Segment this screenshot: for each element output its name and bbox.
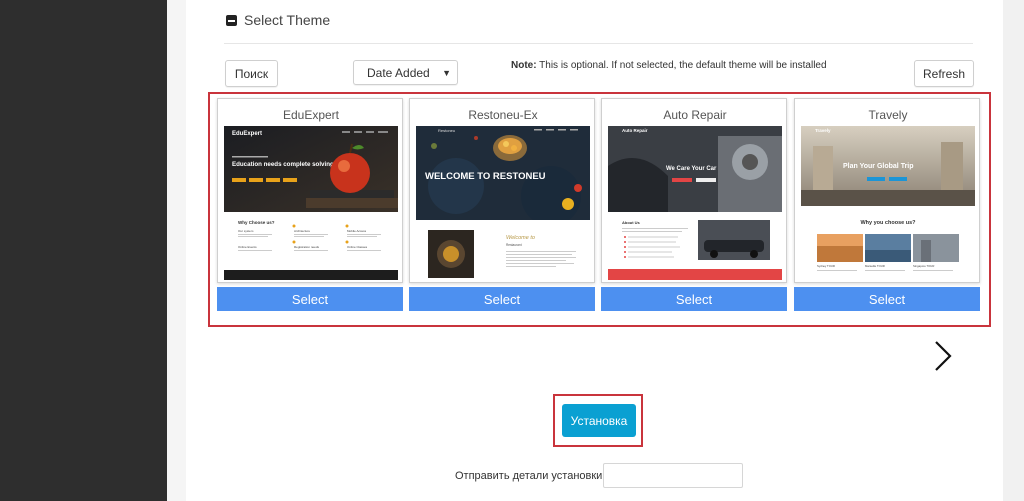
theme-card-auto-repair: Auto Repair Auto Repair We Care Your Car… bbox=[601, 98, 787, 314]
theme-preview-image: Travely Plan Your Global Trip Why you ch… bbox=[801, 126, 975, 280]
left-sidebar bbox=[0, 0, 167, 501]
preview-headline: Plan Your Global Trip bbox=[843, 163, 914, 170]
theme-name: Travely bbox=[868, 108, 908, 122]
preview-feature: Online Events bbox=[238, 245, 257, 249]
theme-name: Restoneu-Ex bbox=[468, 108, 538, 122]
theme-preview-image: EduExpert Education needs complete solvi… bbox=[224, 126, 398, 280]
note-text: This is optional. If not selected, the d… bbox=[536, 60, 827, 71]
theme-card-frame: Travely Travely Plan Your Global Trip Wh… bbox=[794, 98, 980, 283]
preview-caption: Sydney TOUR bbox=[817, 264, 835, 268]
preview-section: About Us bbox=[622, 220, 641, 225]
preview-feature: Mobile Access bbox=[347, 229, 367, 233]
preview-script: Welcome to bbox=[506, 235, 535, 241]
install-button[interactable]: Установка bbox=[562, 404, 636, 437]
preview-caption: Marseille TOUR bbox=[865, 264, 885, 268]
theme-name: Auto Repair bbox=[663, 108, 727, 122]
next-arrow-icon[interactable] bbox=[931, 340, 955, 377]
caret-down-icon: ▼ bbox=[442, 68, 451, 78]
select-theme-button[interactable]: Select bbox=[794, 287, 980, 311]
theme-card-frame: Restoneu-Ex Restoneu WELCOME TO RESTONEU bbox=[409, 98, 595, 283]
theme-preview[interactable]: Restoneu WELCOME TO RESTONEU Welcome to … bbox=[416, 126, 590, 280]
preview-section: Why you choose us? bbox=[860, 220, 916, 226]
preview-section: Why Choose us? bbox=[238, 220, 275, 225]
preview-brand: Restoneu bbox=[438, 128, 455, 133]
preview-headline: We Care Your Car bbox=[666, 166, 717, 172]
theme-preview-image: Auto Repair We Care Your Car About Us bbox=[608, 126, 782, 280]
send-details-label: Отправить детали установки : bbox=[455, 470, 609, 482]
send-details-input[interactable] bbox=[603, 463, 743, 488]
theme-preview-image: Restoneu WELCOME TO RESTONEU Welcome to … bbox=[416, 126, 590, 280]
preview-feature: Registration needs bbox=[294, 245, 320, 249]
preview-brand: Auto Repair bbox=[622, 128, 648, 133]
sort-select-value: Date Added bbox=[367, 65, 430, 80]
theme-card-travely: Travely Travely Plan Your Global Trip Wh… bbox=[794, 98, 980, 314]
section-header[interactable]: Select Theme bbox=[226, 12, 330, 28]
theme-card-frame: EduExpert EduExpert Education needs comp… bbox=[217, 98, 403, 283]
preview-caption: Singapore TOUR bbox=[913, 264, 934, 268]
theme-card-restoneu-ex: Restoneu-Ex Restoneu WELCOME TO RESTONEU bbox=[409, 98, 595, 314]
select-theme-button[interactable]: Select bbox=[217, 287, 403, 311]
note-label: Note: bbox=[511, 60, 537, 71]
preview-feature: Our system bbox=[238, 229, 254, 233]
search-button[interactable]: Поиск bbox=[225, 60, 278, 87]
preview-brand: Travely bbox=[815, 128, 831, 133]
preview-brand: EduExpert bbox=[232, 131, 262, 137]
preview-subheading: Restaurant bbox=[506, 243, 522, 247]
preview-feature: Online Classes bbox=[347, 245, 368, 249]
preview-headline: WELCOME TO RESTONEU bbox=[425, 171, 546, 182]
theme-card-frame: Auto Repair Auto Repair We Care Your Car… bbox=[601, 98, 787, 283]
preview-headline: Education needs complete solving bbox=[232, 161, 334, 168]
select-theme-button[interactable]: Select bbox=[409, 287, 595, 311]
theme-preview[interactable]: Travely Plan Your Global Trip Why you ch… bbox=[801, 126, 975, 280]
theme-preview[interactable]: Auto Repair We Care Your Car About Us bbox=[608, 126, 782, 280]
optional-note: Note: This is optional. If not selected,… bbox=[511, 60, 827, 71]
collapse-icon[interactable] bbox=[226, 14, 237, 26]
section-title: Select Theme bbox=[244, 12, 331, 28]
select-theme-button[interactable]: Select bbox=[601, 287, 787, 311]
preview-feature: Architecture bbox=[294, 229, 310, 233]
theme-name: EduExpert bbox=[282, 108, 340, 122]
right-gutter bbox=[1003, 0, 1024, 501]
header-divider bbox=[224, 43, 973, 44]
refresh-button[interactable]: Refresh bbox=[914, 60, 974, 87]
theme-preview[interactable]: EduExpert Education needs complete solvi… bbox=[224, 126, 398, 280]
sort-select[interactable]: Date Added ▼ bbox=[353, 60, 458, 85]
theme-card-eduexpert: EduExpert EduExpert Education needs comp… bbox=[217, 98, 403, 314]
